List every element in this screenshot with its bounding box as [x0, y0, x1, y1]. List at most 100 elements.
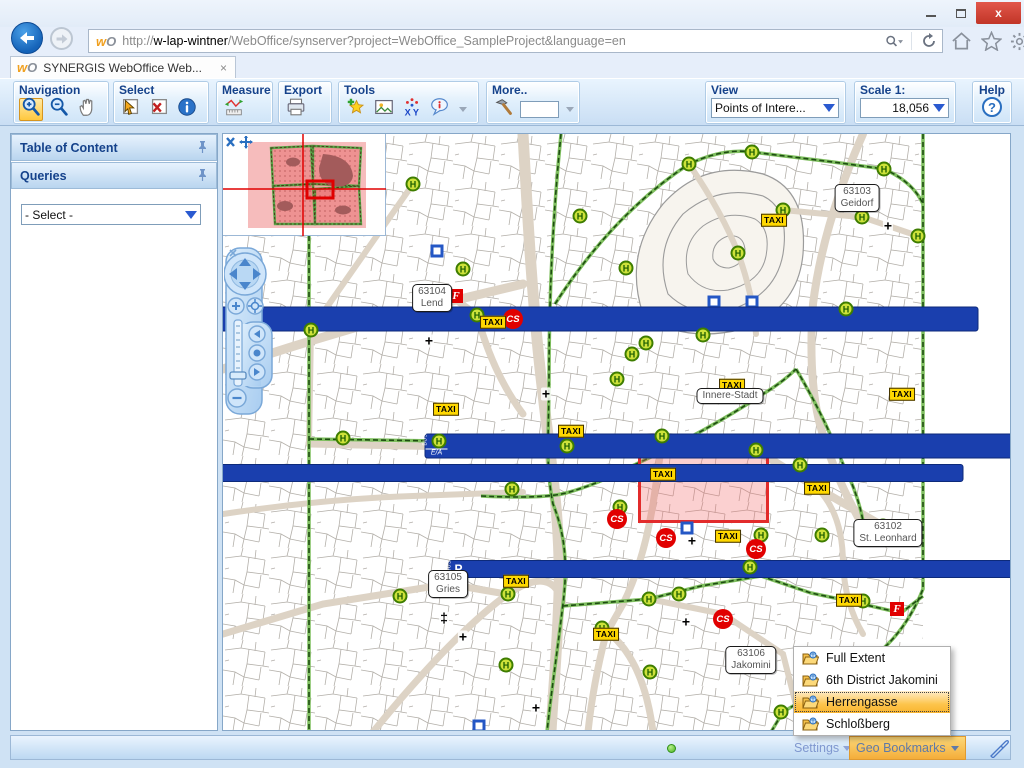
district-label: 63106Jakomini	[725, 646, 776, 674]
settings-gear-icon[interactable]	[1006, 30, 1024, 52]
overview-map[interactable]	[223, 134, 386, 236]
maximize-button[interactable]	[946, 2, 976, 24]
bus-stop-icon: H	[643, 665, 658, 680]
deselect-button[interactable]	[147, 98, 171, 121]
double-cross-icon: ‡	[439, 612, 449, 625]
parking-icon: BUSP	[222, 464, 964, 482]
cs-poi-icon: CS	[746, 539, 766, 559]
scale-input[interactable]: 18,056	[860, 98, 949, 118]
view-select-value: Points of Intere...	[715, 101, 806, 115]
taxi-stand-icon: TAXI	[889, 388, 915, 401]
tab-close-icon[interactable]: ×	[218, 61, 229, 75]
toolbar-group-select: Select	[114, 82, 208, 123]
select-arrow-button[interactable]	[119, 98, 143, 121]
bookmark-item-6th-district-jakomini[interactable]: 6th District Jakomini	[794, 669, 950, 691]
refresh-icon[interactable]	[916, 30, 942, 52]
query-select[interactable]: - Select -	[21, 204, 201, 225]
back-arrow-icon	[18, 29, 36, 47]
xy-coords-button[interactable]: XY	[400, 98, 424, 121]
settings-button[interactable]: Settings	[794, 741, 851, 755]
bus-stop-icon: H	[815, 528, 830, 543]
bus-stop-icon: H	[655, 429, 670, 444]
toolbar-group-more: More..	[487, 82, 579, 123]
church-cross-icon: +	[458, 631, 468, 644]
history-center-button[interactable]	[249, 345, 265, 361]
url-bar[interactable]: wO http://w-lap-wintner/WebOffice/synser…	[88, 29, 943, 53]
bus-stop-icon: H	[749, 443, 764, 458]
close-button[interactable]: x	[976, 2, 1021, 24]
zoom-out-button[interactable]	[47, 98, 71, 121]
help-button[interactable]: ?	[982, 97, 1002, 117]
bus-stop-icon: H	[610, 372, 625, 387]
bookmark-item-full-extent[interactable]: Full Extent	[794, 647, 950, 669]
pin-icon[interactable]	[197, 168, 208, 184]
bus-stop-icon: H	[505, 482, 520, 497]
pin-icon[interactable]	[197, 140, 208, 156]
bus-stop-icon: H	[743, 560, 758, 575]
zoom-in-button[interactable]	[19, 98, 43, 121]
window-titlebar: x	[0, 0, 1024, 27]
forward-button[interactable]	[50, 27, 73, 50]
history-back-button[interactable]	[249, 326, 265, 342]
pan-hand-button[interactable]	[75, 98, 99, 121]
more-tools-combo[interactable]	[520, 101, 559, 118]
district-label: 63104Lend	[412, 284, 452, 312]
taxi-stand-icon: TAXI	[558, 425, 584, 438]
bus-stop-icon: H	[499, 658, 514, 673]
chevron-down-icon[interactable]	[459, 107, 467, 112]
toolbar-group-view: View Points of Intere...	[706, 82, 845, 123]
tab-weboffice[interactable]: wO SYNERGIS WebOffice Web... ×	[10, 56, 236, 78]
full-extent-button[interactable]	[247, 298, 263, 314]
window-controls: x	[916, 2, 1021, 24]
send-image-button[interactable]	[372, 98, 396, 121]
church-cross-icon: +	[681, 616, 691, 629]
chevron-down-icon[interactable]	[566, 107, 574, 112]
zoom-in-button[interactable]	[228, 298, 244, 314]
add-favorite-button[interactable]	[344, 98, 368, 121]
bus-stop-icon: H	[642, 592, 657, 607]
bookmark-item-herrengasse[interactable]: Herrengasse	[794, 691, 950, 713]
panel-header-queries[interactable]: Queries	[11, 162, 217, 189]
xy-coords-icon: XY	[401, 96, 423, 123]
select-arrow-icon	[120, 96, 142, 123]
minimize-button[interactable]	[916, 2, 946, 24]
print-button[interactable]	[284, 98, 308, 121]
map-tip-button[interactable]	[428, 98, 452, 121]
bus-stop-icon: H	[406, 177, 421, 192]
bookmark-item-label: 6th District Jakomini	[826, 673, 938, 687]
map-viewport[interactable]: +++++++‡BUSPE/ABUSPE/ABUSPBUSPHHHHHHHHHH…	[222, 133, 1011, 731]
status-bar: Settings Geo Bookmarks	[10, 735, 1011, 760]
church-cross-icon: +	[687, 535, 697, 548]
bus-stop-icon: H	[619, 261, 634, 276]
pan-control[interactable]	[224, 253, 266, 295]
bus-stop-icon: H	[839, 302, 854, 317]
bookmark-item-schlo-berg[interactable]: Schloßberg	[794, 713, 950, 735]
pan-hand-icon	[76, 96, 98, 123]
info-circle-button[interactable]	[175, 98, 199, 121]
tab-favicon: wO	[17, 60, 37, 75]
church-cross-icon: +	[424, 335, 434, 348]
church-cross-icon: +	[883, 220, 893, 233]
overview-move-icon[interactable]	[239, 136, 253, 149]
favorites-star-icon[interactable]	[978, 30, 1004, 52]
zoom-out-button[interactable]	[228, 389, 246, 407]
cs-poi-icon: CS	[607, 509, 627, 529]
history-forward-button[interactable]	[249, 364, 265, 380]
back-button[interactable]	[11, 22, 43, 54]
redline-pen-icon[interactable]	[989, 739, 1011, 763]
info-circle-icon	[176, 96, 198, 123]
home-icon[interactable]	[948, 30, 974, 52]
measure-button[interactable]	[222, 98, 246, 121]
panel-header-table-of-content[interactable]: Table of Content	[11, 134, 217, 161]
poi-square-icon	[473, 720, 486, 732]
toolbar-group-scale: Scale 1: 18,056	[855, 82, 955, 123]
church-cross-icon: +	[541, 388, 551, 401]
geo-bookmarks-button[interactable]: Geo Bookmarks	[849, 736, 966, 760]
hammer-button[interactable]	[492, 98, 516, 121]
forward-arrow-icon	[55, 32, 69, 46]
overview-close-icon[interactable]	[227, 138, 234, 146]
view-select[interactable]: Points of Intere...	[711, 98, 839, 118]
search-icon[interactable]	[881, 30, 907, 52]
bus-stop-icon: H	[911, 229, 926, 244]
bus-stop-icon: H	[560, 439, 575, 454]
